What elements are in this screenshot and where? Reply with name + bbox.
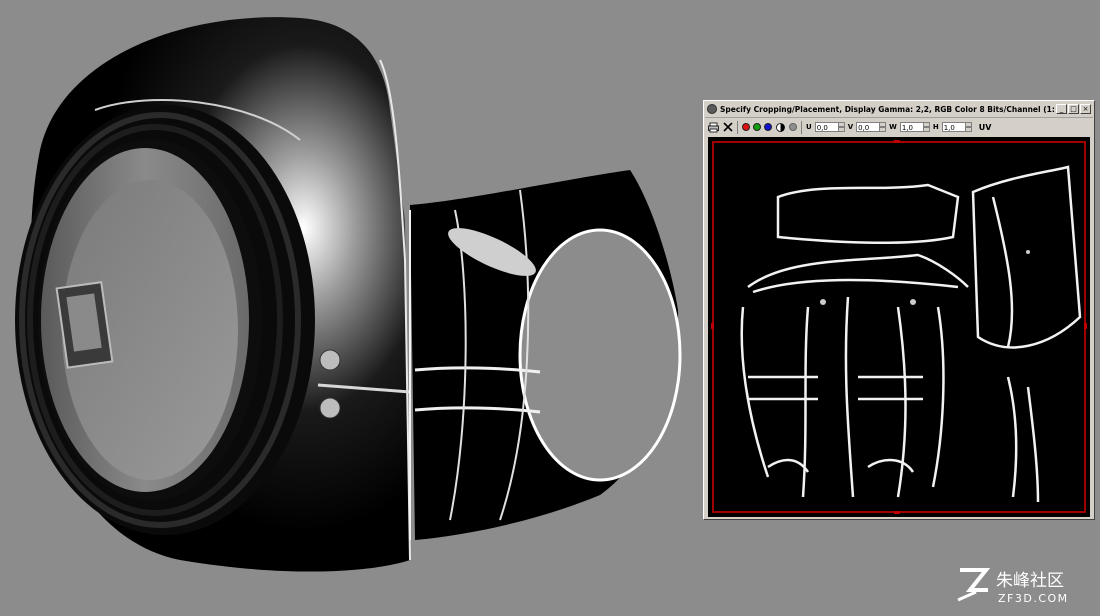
close-icon[interactable] [722, 122, 733, 133]
u-spinner[interactable]: 0,0 [814, 122, 845, 132]
blue-channel-icon[interactable] [764, 123, 772, 131]
v-label: V [847, 123, 854, 131]
crop-handle[interactable] [894, 511, 900, 514]
u-field[interactable]: 0,0 [814, 122, 839, 132]
toolbar-separator [737, 120, 738, 134]
yoke-model [409, 170, 682, 540]
print-icon[interactable] [708, 122, 719, 133]
red-channel-icon[interactable] [742, 123, 750, 131]
watermark-brand: 朱峰社区 [996, 571, 1064, 591]
w-label: W [889, 123, 897, 131]
minimize-button[interactable]: _ [1056, 104, 1067, 114]
app-icon [707, 104, 717, 114]
mono-icon[interactable] [775, 122, 786, 133]
watermark: 朱峰社区 ZF3D.COM [956, 564, 1086, 606]
u-label: U [806, 123, 812, 131]
w-spinner[interactable]: 1,0 [899, 122, 930, 132]
uv-toggle[interactable]: UV [979, 123, 992, 132]
h-spinner[interactable]: 1,0 [941, 122, 972, 132]
crop-handle[interactable] [894, 140, 900, 143]
green-channel-icon[interactable] [753, 123, 761, 131]
crop-frame[interactable] [712, 141, 1086, 513]
zf-logo-icon [957, 568, 991, 602]
alpha-icon[interactable] [789, 123, 797, 131]
close-window-button[interactable]: × [1080, 104, 1091, 114]
ear-cup-model [15, 17, 411, 572]
window-titlebar[interactable]: Specify Cropping/Placement, Display Gamm… [705, 102, 1093, 116]
crop-handle[interactable] [1084, 323, 1087, 329]
w-field[interactable]: 1,0 [899, 122, 924, 132]
window-title: Specify Cropping/Placement, Display Gamm… [720, 104, 1055, 114]
toolbar-separator [801, 120, 802, 134]
v-spinner[interactable]: 0,0 [856, 122, 887, 132]
maximize-button[interactable]: □ [1068, 104, 1079, 114]
v-field[interactable]: 0,0 [856, 122, 881, 132]
crop-handle[interactable] [711, 323, 714, 329]
crop-placement-window[interactable]: Specify Cropping/Placement, Display Gamm… [703, 100, 1095, 520]
h-label: H [932, 123, 939, 131]
h-field[interactable]: 1,0 [941, 122, 966, 132]
window-toolbar: U 0,0 V 0,0 W 1,0 H 1,0 UV [705, 117, 1093, 136]
texture-canvas[interactable] [708, 137, 1090, 517]
watermark-url: ZF3D.COM [998, 592, 1069, 605]
